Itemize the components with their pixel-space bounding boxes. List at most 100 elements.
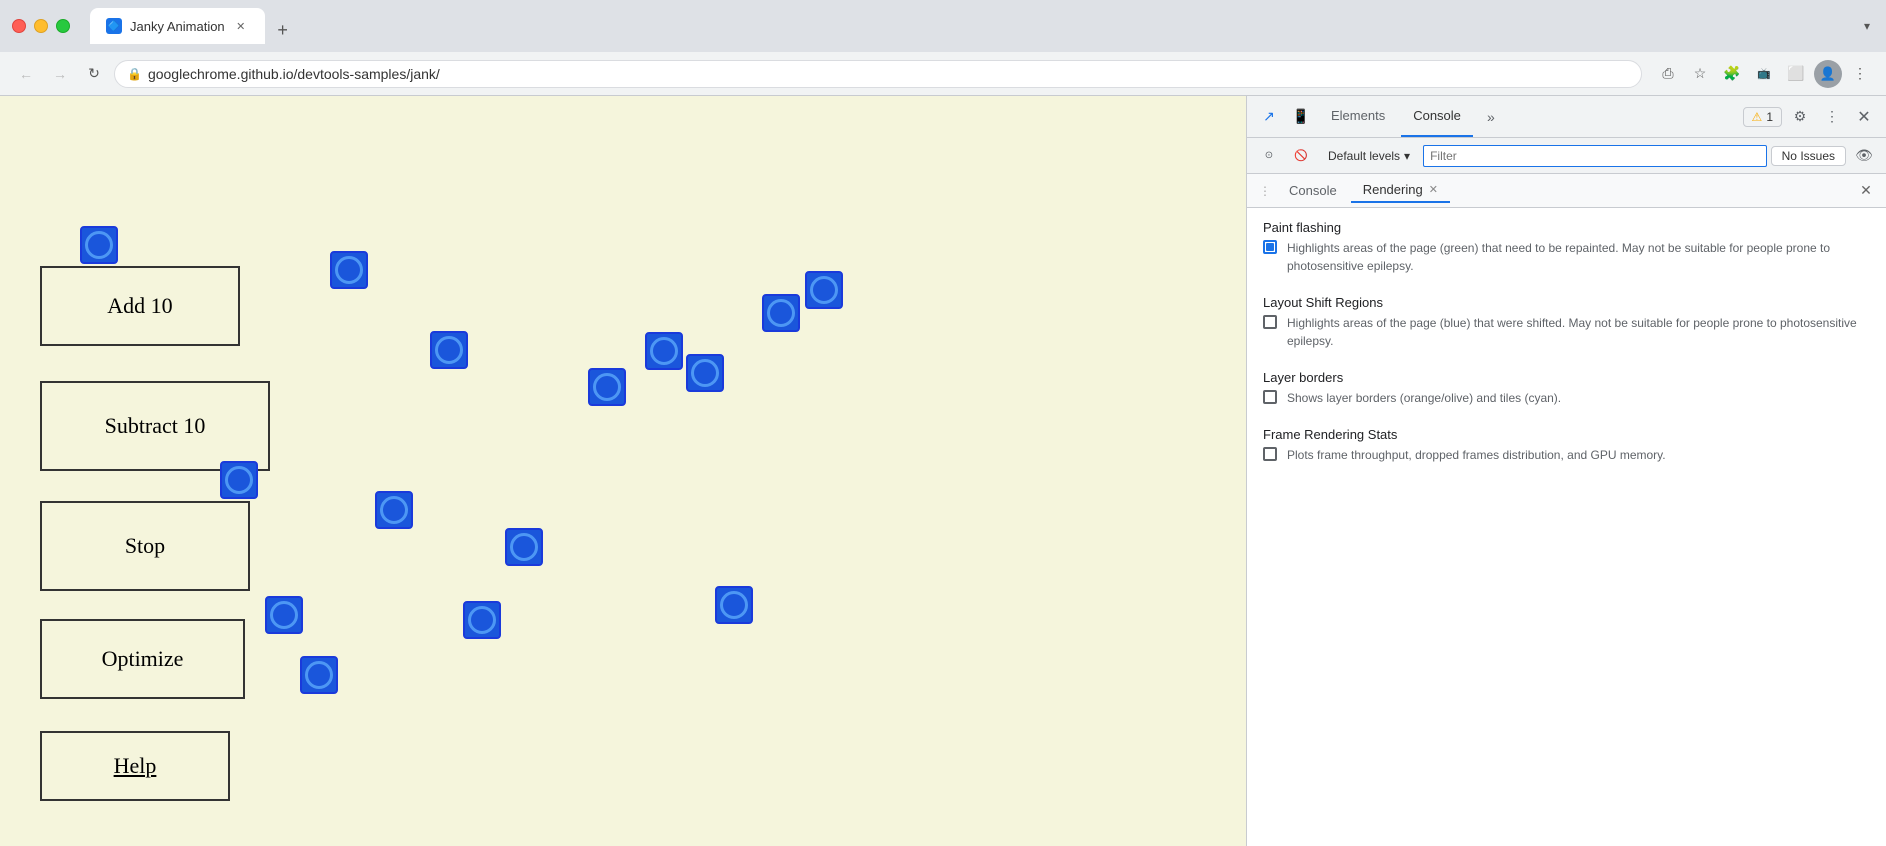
- rendering-tab-close[interactable]: ✕: [1429, 183, 1438, 196]
- animated-square: [505, 528, 543, 566]
- tab-elements[interactable]: Elements: [1319, 96, 1397, 137]
- split-view-button[interactable]: ⬜: [1782, 60, 1810, 88]
- top-context-button[interactable]: ⊙: [1255, 142, 1283, 170]
- add10-label: Add 10: [107, 293, 172, 319]
- layer-borders-row: Shows layer borders (orange/olive) and t…: [1263, 389, 1870, 407]
- layer-borders-checkbox[interactable]: [1263, 390, 1277, 404]
- animated-square: [645, 332, 683, 370]
- layer-borders-option: Layer borders Shows layer borders (orang…: [1263, 370, 1870, 407]
- frame-rendering-row: Plots frame throughput, dropped frames d…: [1263, 446, 1870, 464]
- paint-flashing-row: Highlights areas of the page (green) tha…: [1263, 239, 1870, 275]
- paint-flashing-desc: Highlights areas of the page (green) tha…: [1287, 239, 1870, 275]
- profile-button[interactable]: 👤: [1814, 60, 1842, 88]
- tab-console[interactable]: Console: [1401, 96, 1473, 137]
- url-text: googlechrome.github.io/devtools-samples/…: [148, 66, 1629, 82]
- animated-square: [330, 251, 368, 289]
- tab-title: Janky Animation: [130, 19, 225, 34]
- animated-square: [588, 368, 626, 406]
- animated-square: [686, 354, 724, 392]
- main-area: Add 10 Subtract 10 Stop Optimize Help: [0, 96, 1886, 846]
- frame-rendering-checkbox[interactable]: [1263, 447, 1277, 461]
- layout-shift-label: Layout Shift Regions: [1263, 295, 1870, 310]
- devtools-toolbar: ↗ 📱 Elements Console » ⚠ 1 ⚙ ⋮ ✕: [1247, 96, 1886, 138]
- tab-close-button[interactable]: ✕: [233, 18, 249, 34]
- animated-square: [762, 294, 800, 332]
- chrome-more-button[interactable]: ⋮: [1846, 60, 1874, 88]
- optimize-label: Optimize: [102, 646, 184, 672]
- refresh-button[interactable]: ↻: [80, 60, 108, 88]
- rendering-panel-content: Paint flashing Highlights areas of the p…: [1247, 208, 1886, 846]
- add10-button[interactable]: Add 10: [40, 266, 240, 346]
- new-tab-button[interactable]: +: [269, 16, 297, 44]
- drag-handle[interactable]: ⋮: [1255, 182, 1275, 200]
- layout-shift-desc: Highlights areas of the page (blue) that…: [1287, 314, 1870, 350]
- refresh-icon: ↻: [88, 65, 100, 82]
- tab-favicon: 🔷: [106, 18, 122, 34]
- animated-square: [80, 226, 118, 264]
- forward-icon: →: [53, 66, 67, 82]
- nav-actions: ⎙ ☆ 🧩 📺 ⬜ 👤 ⋮: [1654, 60, 1874, 88]
- animated-square: [300, 656, 338, 694]
- chevron-down-icon: ▾: [1404, 149, 1410, 163]
- eye-icon[interactable]: 👁: [1850, 142, 1878, 170]
- maximize-button[interactable]: [56, 19, 70, 33]
- browser-window: 🔷 Janky Animation ✕ + ▾ ← → ↻ 🔒 googlech…: [0, 0, 1886, 846]
- frame-rendering-option: Frame Rendering Stats Plots frame throug…: [1263, 427, 1870, 464]
- device-emulation-button[interactable]: 📱: [1287, 103, 1315, 131]
- stop-label: Stop: [125, 533, 165, 559]
- active-tab[interactable]: 🔷 Janky Animation ✕: [90, 8, 265, 44]
- frame-rendering-label: Frame Rendering Stats: [1263, 427, 1870, 442]
- bookmark-button[interactable]: ☆: [1686, 60, 1714, 88]
- no-issues-button[interactable]: No Issues: [1771, 146, 1846, 166]
- traffic-lights: [12, 19, 70, 33]
- paint-flashing-checkbox[interactable]: [1263, 240, 1277, 254]
- layout-shift-checkbox[interactable]: [1263, 315, 1277, 329]
- warning-badge[interactable]: ⚠ 1: [1743, 107, 1782, 127]
- tabs-area: 🔷 Janky Animation ✕ +: [90, 8, 1852, 44]
- help-label: Help: [114, 753, 157, 779]
- animated-square: [715, 586, 753, 624]
- paint-flashing-label: Paint flashing: [1263, 220, 1870, 235]
- tab-rendering-panel[interactable]: Rendering ✕: [1351, 178, 1450, 203]
- minimize-button[interactable]: [34, 19, 48, 33]
- animated-square: [463, 601, 501, 639]
- stop-button[interactable]: Stop: [40, 501, 250, 591]
- devtools-settings-button[interactable]: ⚙: [1786, 103, 1814, 131]
- devtools-more-button[interactable]: ⋮: [1818, 103, 1846, 131]
- devtools-panel-tabs: ⋮ Console Rendering ✕ ✕: [1247, 174, 1886, 208]
- console-clear-button[interactable]: 🚫: [1287, 142, 1315, 170]
- optimize-button[interactable]: Optimize: [40, 619, 245, 699]
- element-picker-button[interactable]: ↗: [1255, 103, 1283, 131]
- back-icon: ←: [19, 66, 33, 82]
- close-button[interactable]: [12, 19, 26, 33]
- panel-close-button[interactable]: ✕: [1854, 179, 1878, 203]
- default-levels-label: Default levels: [1328, 149, 1400, 163]
- back-button[interactable]: ←: [12, 60, 40, 88]
- share-button[interactable]: ⎙: [1654, 60, 1682, 88]
- page-content: Add 10 Subtract 10 Stop Optimize Help: [0, 96, 1246, 846]
- navigation-bar: ← → ↻ 🔒 googlechrome.github.io/devtools-…: [0, 52, 1886, 96]
- animated-square: [265, 596, 303, 634]
- extensions-button[interactable]: 🧩: [1718, 60, 1746, 88]
- tab-console-panel[interactable]: Console: [1277, 179, 1349, 202]
- help-button[interactable]: Help: [40, 731, 230, 801]
- devtools-panel: ↗ 📱 Elements Console » ⚠ 1 ⚙ ⋮ ✕: [1246, 96, 1886, 846]
- address-bar[interactable]: 🔒 googlechrome.github.io/devtools-sample…: [114, 60, 1642, 88]
- animated-square: [805, 271, 843, 309]
- cast-icon[interactable]: 📺: [1750, 60, 1778, 88]
- layout-shift-option: Layout Shift Regions Highlights areas of…: [1263, 295, 1870, 350]
- frame-rendering-desc: Plots frame throughput, dropped frames d…: [1287, 446, 1666, 464]
- subtract10-button[interactable]: Subtract 10: [40, 381, 270, 471]
- warning-count: 1: [1766, 110, 1773, 124]
- window-dropdown[interactable]: ▾: [1860, 15, 1874, 37]
- more-tabs-button[interactable]: »: [1477, 103, 1505, 131]
- title-bar: 🔷 Janky Animation ✕ + ▾: [0, 0, 1886, 52]
- animated-square: [375, 491, 413, 529]
- default-levels-dropdown[interactable]: Default levels ▾: [1319, 146, 1419, 166]
- subtract10-label: Subtract 10: [105, 413, 206, 439]
- layout-shift-row: Highlights areas of the page (blue) that…: [1263, 314, 1870, 350]
- devtools-close-button[interactable]: ✕: [1850, 103, 1878, 131]
- console-filter-input[interactable]: [1423, 145, 1767, 167]
- forward-button[interactable]: →: [46, 60, 74, 88]
- devtools-secondary-toolbar: ⊙ 🚫 Default levels ▾ No Issues 👁: [1247, 138, 1886, 174]
